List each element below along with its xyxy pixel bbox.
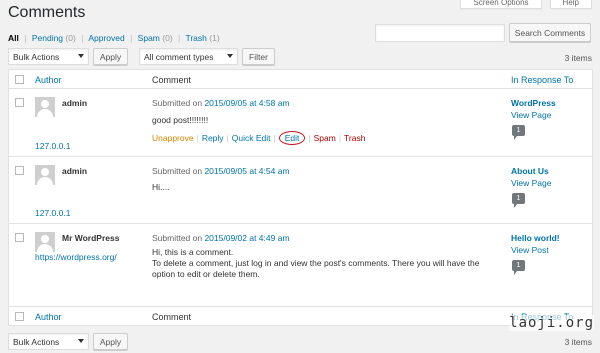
post-title-link[interactable]: About Us [511, 166, 549, 176]
comment-text-line-1: Hi, this is a comment. [152, 247, 234, 257]
comment-text: Hi.... [152, 182, 170, 192]
filter-all[interactable]: All [8, 33, 19, 43]
comment-count-bubble[interactable]: 1 [512, 260, 525, 275]
bulk-actions-value: Bulk Actions [13, 336, 60, 347]
trash-link[interactable]: Trash [344, 133, 365, 143]
chevron-down-icon [78, 339, 84, 343]
select-all-checkbox-bottom[interactable] [15, 312, 24, 321]
items-count-top: 3 items [564, 53, 592, 63]
comment-date-link[interactable]: 2015/09/05 at 4:58 am [204, 98, 289, 108]
watermark: laoji.org [509, 315, 594, 331]
filter-spam-count: (0) [162, 33, 173, 43]
author-url-link[interactable]: https://wordpress.org/ [35, 252, 117, 262]
table-header: Author Comment In Response To [9, 70, 592, 89]
author-name: admin [62, 98, 88, 108]
post-title-link[interactable]: WordPress [511, 98, 556, 108]
avatar [35, 97, 55, 117]
comment-types-select[interactable]: All comment types [139, 48, 238, 65]
submitted-on: Submitted on 2015/09/05 at 4:54 am [152, 166, 290, 176]
reply-link[interactable]: Reply [202, 133, 224, 143]
bulk-actions-value: Bulk Actions [13, 51, 60, 62]
submitted-on: Submitted on 2015/09/05 at 4:58 am [152, 98, 290, 108]
comment-date-link[interactable]: 2015/09/02 at 4:49 am [204, 233, 289, 243]
column-comment: Comment [152, 75, 192, 85]
chevron-down-icon [78, 54, 84, 58]
screen-options-tab[interactable]: Screen Options [460, 0, 542, 9]
author-name: Mr WordPress [62, 233, 120, 243]
table-row: admin 127.0.0.1 Submitted on 2015/09/05 … [9, 90, 592, 157]
table-row: Mr WordPress https://wordpress.org/ Subm… [9, 225, 592, 305]
post-title-link[interactable]: Hello world! [511, 233, 560, 243]
edit-link[interactable]: Edit [278, 131, 306, 145]
bulk-actions-select-top[interactable]: Bulk Actions [8, 48, 89, 65]
column-comment-footer: Comment [152, 312, 192, 322]
filter-spam[interactable]: Spam [138, 33, 160, 43]
comment-count-bubble[interactable]: 1 [512, 193, 525, 208]
comment-date-link[interactable]: 2015/09/05 at 4:54 am [204, 166, 289, 176]
submitted-on: Submitted on 2015/09/02 at 4:49 am [152, 233, 290, 243]
filter-trash[interactable]: Trash [185, 33, 206, 43]
search-comments-button[interactable]: Search Comments [509, 23, 591, 42]
comment-count-bubble[interactable]: 1 [512, 125, 525, 140]
view-post-link[interactable]: View Page [511, 110, 551, 120]
row-checkbox[interactable] [15, 233, 24, 242]
comment-types-value: All comment types [144, 51, 214, 62]
spam-link[interactable]: Spam [314, 133, 336, 143]
filter-approved[interactable]: Approved [88, 33, 124, 43]
apply-button-top[interactable]: Apply [93, 48, 128, 65]
select-all-checkbox[interactable] [15, 75, 24, 84]
page-title: Comments [8, 4, 86, 21]
avatar [35, 165, 55, 185]
author-ip[interactable]: 127.0.0.1 [35, 141, 70, 151]
column-author[interactable]: Author [35, 75, 62, 85]
quick-edit-link[interactable]: Quick Edit [232, 133, 271, 143]
row-actions: Unapprove | Reply | Quick Edit | Edit | … [152, 131, 366, 145]
filter-pending[interactable]: Pending [32, 33, 63, 43]
avatar [35, 232, 55, 252]
filter-pending-count: (0) [65, 33, 76, 43]
apply-button-bottom[interactable]: Apply [93, 333, 128, 350]
author-ip[interactable]: 127.0.0.1 [35, 208, 70, 218]
filter-trash-count: (1) [209, 33, 220, 43]
items-count-bottom: 3 items [564, 337, 592, 347]
table-footer: Author Comment In Response To [9, 306, 592, 325]
view-post-link[interactable]: View Page [511, 178, 551, 188]
unapprove-link[interactable]: Unapprove [152, 133, 194, 143]
author-name: admin [62, 166, 88, 176]
help-tab[interactable]: Help [549, 0, 592, 9]
screen-meta-links: Screen Options Help [460, 0, 592, 9]
table-row: admin 127.0.0.1 Submitted on 2015/09/05 … [9, 158, 592, 224]
search-input[interactable] [375, 24, 505, 42]
status-filters: All | Pending (0) | Approved | Spam (0) … [8, 33, 220, 43]
column-author-footer[interactable]: Author [35, 312, 62, 322]
column-in-response-to[interactable]: In Response To [511, 75, 573, 85]
row-checkbox[interactable] [15, 98, 24, 107]
bulk-actions-select-bottom[interactable]: Bulk Actions [8, 333, 89, 350]
chevron-down-icon [227, 54, 233, 58]
row-checkbox[interactable] [15, 166, 24, 175]
comment-text: good post!!!!!!!! [152, 115, 209, 125]
view-post-link[interactable]: View Post [511, 245, 549, 255]
comments-table: Author Comment In Response To admin 127.… [8, 69, 593, 326]
comment-text-line-2: To delete a comment, just log in and vie… [152, 258, 480, 279]
filter-button[interactable]: Filter [242, 48, 275, 65]
